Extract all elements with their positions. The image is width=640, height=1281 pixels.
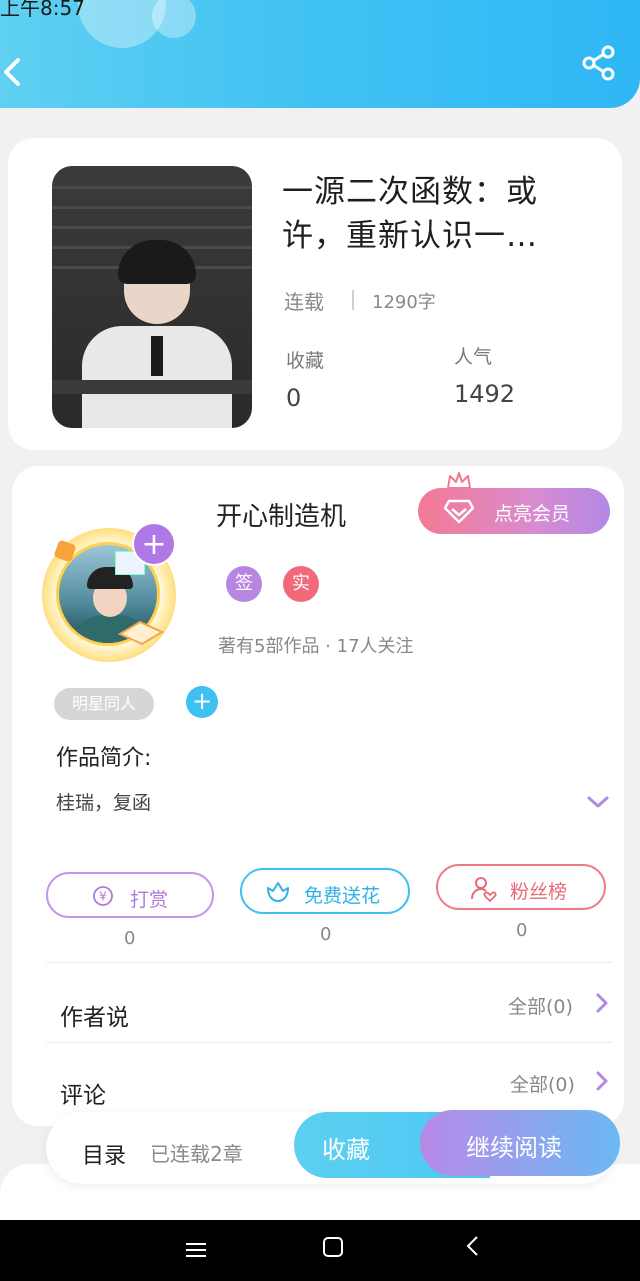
tip-button[interactable]: ¥ 打赏: [46, 872, 214, 918]
popularity-value: 1492: [454, 380, 516, 408]
chevron-down-icon[interactable]: [586, 792, 610, 812]
verified-badge: 实: [283, 566, 319, 602]
back-triangle-icon[interactable]: [464, 1234, 482, 1258]
home-square-icon[interactable]: [322, 1236, 344, 1258]
author-meta: 著有5部作品 · 17人关注: [218, 636, 414, 657]
tip-count: 0: [124, 928, 136, 949]
svg-text:¥: ¥: [99, 890, 107, 904]
menu-icon[interactable]: [184, 1240, 208, 1260]
send-flower-button[interactable]: 免费送花: [240, 868, 410, 914]
back-button[interactable]: [0, 52, 32, 92]
table-of-contents-button[interactable]: 目录: [82, 1138, 126, 1170]
diamond-icon: [444, 499, 474, 524]
author-says-title: 作者说: [60, 1005, 129, 1031]
signed-badge: 签: [226, 566, 262, 602]
book-word-count: 1290字: [372, 292, 436, 313]
app-header: 上午8:57: [0, 0, 640, 108]
chevron-right-icon[interactable]: [594, 992, 610, 1014]
book-decor-icon: [118, 620, 164, 646]
decor-bubble: [152, 0, 196, 38]
add-tag-button[interactable]: +: [186, 686, 218, 718]
vip-button-label: 点亮会员: [494, 503, 571, 525]
favorites-value: 0: [286, 384, 302, 412]
author-name: 开心制造机: [216, 502, 347, 532]
serial-status: 已连载2章: [150, 1142, 243, 1166]
flower-count: 0: [320, 924, 332, 945]
tag-chip[interactable]: 明星同人: [54, 688, 154, 720]
fans-ranking-label: 粉丝榜: [510, 881, 568, 903]
popularity-label: 人气: [454, 346, 493, 368]
author-says-all-link[interactable]: 全部(0): [508, 992, 573, 1019]
book-title: 一源二次函数：或许，重新认识一…: [282, 174, 538, 254]
fans-count: 0: [516, 920, 528, 941]
send-flower-label: 免费送花: [304, 885, 381, 907]
follow-author-button[interactable]: +: [132, 522, 176, 566]
comments-all-link[interactable]: 全部(0): [510, 1070, 575, 1097]
divider: [352, 290, 354, 310]
intro-text: 桂瑞，复函: [56, 792, 152, 814]
favorite-label: 收藏: [322, 1136, 370, 1164]
system-nav-bar: [0, 1220, 640, 1281]
status-time: 上午8:57: [0, 0, 85, 20]
yen-icon: ¥: [93, 886, 113, 906]
tip-label: 打赏: [130, 889, 169, 911]
book-cover-image[interactable]: [52, 166, 252, 428]
continue-reading-label: 继续阅读: [466, 1134, 562, 1162]
flower-icon: [267, 882, 289, 902]
divider: [46, 1042, 612, 1043]
chevron-left-icon: [4, 58, 20, 86]
share-button[interactable]: [580, 44, 618, 82]
favorites-label: 收藏: [286, 350, 325, 372]
fans-ranking-button[interactable]: 粉丝榜: [436, 864, 606, 910]
share-icon: [582, 45, 615, 81]
comments-title: 评论: [60, 1083, 106, 1109]
star-decor-icon: [54, 540, 76, 562]
chevron-right-icon[interactable]: [594, 1070, 610, 1092]
intro-heading: 作品简介:: [56, 746, 152, 771]
fans-icon: [471, 877, 497, 903]
divider: [46, 962, 612, 963]
vip-membership-button[interactable]: 点亮会员: [418, 488, 610, 534]
continue-reading-button[interactable]: 继续阅读: [420, 1110, 620, 1176]
book-status: 连载: [284, 290, 324, 314]
